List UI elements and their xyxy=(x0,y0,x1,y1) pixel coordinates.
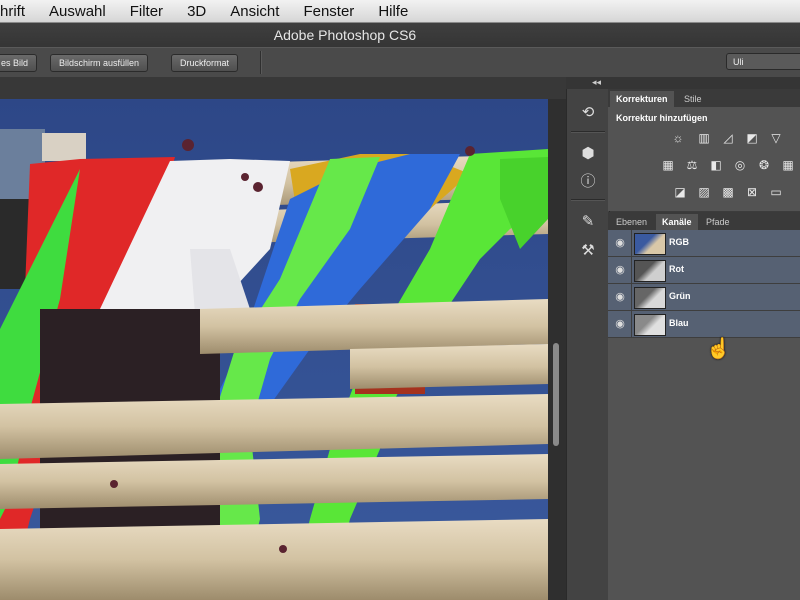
tab-pfade[interactable]: Pfade xyxy=(700,214,736,230)
options-divider xyxy=(260,51,262,74)
hue-saturation-icon[interactable]: ▦ xyxy=(660,158,676,172)
posterize-icon[interactable]: ▨ xyxy=(696,185,712,199)
vibrance-icon[interactable]: ▽ xyxy=(768,131,784,145)
adjustments-panel: Korrekturen Stile Korrektur hinzufügen ☼… xyxy=(608,89,800,211)
app-title-bar: Adobe Photoshop CS6 xyxy=(0,23,800,47)
tab-ebenen[interactable]: Ebenen xyxy=(610,214,653,230)
channel-thumbnail xyxy=(634,233,666,255)
menu-item-ansicht[interactable]: Ansicht xyxy=(218,3,291,20)
collapse-arrows-icon[interactable]: ◂◂ xyxy=(592,77,601,88)
brightness-icon[interactable]: ☼ xyxy=(670,131,686,145)
dock-divider xyxy=(571,199,605,201)
adjustments-tabs: Korrekturen Stile xyxy=(608,89,800,107)
channel-thumbnail xyxy=(634,287,666,309)
panel-collapse-bar[interactable]: ◂◂ xyxy=(566,77,800,89)
selective-color-icon[interactable]: ⊠ xyxy=(744,185,760,199)
black-white-icon[interactable]: ◧ xyxy=(708,158,724,172)
options-bar: es Bild Bildschirm ausfüllen Druckformat… xyxy=(0,47,800,78)
fill-screen-button[interactable]: Bildschirm ausfüllen xyxy=(50,54,149,72)
dock-divider xyxy=(571,131,605,133)
menu-item-schrift[interactable]: hrift xyxy=(0,3,37,20)
visibility-eye-icon[interactable]: ◉ xyxy=(613,290,627,304)
row-divider xyxy=(631,284,632,310)
visibility-eye-icon[interactable]: ◉ xyxy=(613,236,627,250)
document-tab-area xyxy=(0,77,566,99)
channel-row-rgb[interactable]: ◉ RGB xyxy=(608,230,800,257)
channel-name: Blau xyxy=(669,318,689,328)
color-lookup-icon[interactable]: ▦ xyxy=(780,158,796,172)
brush-presets-icon[interactable]: ✎ xyxy=(577,212,599,232)
menu-bar: hrift Auswahl Filter 3D Ansicht Fenster … xyxy=(0,0,800,23)
menu-item-filter[interactable]: Filter xyxy=(118,3,175,20)
adjustments-heading: Korrektur hinzufügen xyxy=(616,113,708,123)
menu-item-fenster[interactable]: Fenster xyxy=(291,3,366,20)
channels-panel: Ebenen Kanäle Pfade ◉ RGB ◉ Rot ◉ Grün ◉… xyxy=(608,212,800,600)
channel-name: Grün xyxy=(669,291,691,301)
menu-item-auswahl[interactable]: Auswahl xyxy=(37,3,118,20)
levels-icon[interactable]: ▥ xyxy=(696,131,712,145)
invert-icon[interactable]: ◪ xyxy=(672,185,688,199)
tab-kanaele[interactable]: Kanäle xyxy=(656,214,698,230)
gradient-map-icon[interactable]: ▭ xyxy=(768,185,784,199)
document-canvas[interactable] xyxy=(0,99,548,600)
visibility-eye-icon[interactable]: ◉ xyxy=(613,263,627,277)
channel-row-gruen[interactable]: ◉ Grün xyxy=(608,284,800,311)
tab-korrekturen[interactable]: Korrekturen xyxy=(610,91,674,107)
tool-presets-icon[interactable]: ⚒ xyxy=(577,241,599,261)
channel-row-rot[interactable]: ◉ Rot xyxy=(608,257,800,284)
workspace-select[interactable]: Uli xyxy=(726,53,800,70)
history-icon[interactable]: ⟲ xyxy=(577,103,599,123)
row-divider xyxy=(631,257,632,283)
curves-icon[interactable]: ◿ xyxy=(720,131,736,145)
channel-thumbnail xyxy=(634,314,666,336)
dock-icon-column: ⟲ ⬢ ⓘ ✎ ⚒ xyxy=(566,89,610,600)
row-divider xyxy=(631,311,632,337)
photo-filter-icon[interactable]: ◎ xyxy=(732,158,748,172)
channel-thumbnail xyxy=(634,260,666,282)
info-icon[interactable]: ⓘ xyxy=(577,172,599,192)
exposure-icon[interactable]: ◩ xyxy=(744,131,760,145)
channels-tabs: Ebenen Kanäle Pfade xyxy=(608,212,800,230)
threshold-icon[interactable]: ▩ xyxy=(720,185,736,199)
photo-prayer-flags xyxy=(0,99,548,600)
channel-name: RGB xyxy=(669,237,689,247)
channel-name: Rot xyxy=(669,264,684,274)
3d-cube-icon[interactable]: ⬢ xyxy=(577,144,599,164)
hand-cursor-icon: ☝ xyxy=(706,338,731,360)
app-title: Adobe Photoshop CS6 xyxy=(273,27,417,43)
channel-row-blau[interactable]: ◉ Blau xyxy=(608,311,800,338)
menu-item-3d[interactable]: 3D xyxy=(175,3,218,20)
print-size-button[interactable]: Druckformat xyxy=(171,54,239,72)
fit-image-button[interactable]: es Bild xyxy=(0,54,38,72)
tab-stile[interactable]: Stile xyxy=(678,91,708,107)
channel-mixer-icon[interactable]: ❂ xyxy=(756,158,772,172)
scrollbar-thumb[interactable] xyxy=(553,343,559,446)
canvas-vertical-scrollbar[interactable] xyxy=(548,99,566,600)
color-balance-icon[interactable]: ⚖ xyxy=(684,158,700,172)
menu-item-hilfe[interactable]: Hilfe xyxy=(366,3,420,20)
visibility-eye-icon[interactable]: ◉ xyxy=(613,317,627,331)
row-divider xyxy=(631,230,632,256)
